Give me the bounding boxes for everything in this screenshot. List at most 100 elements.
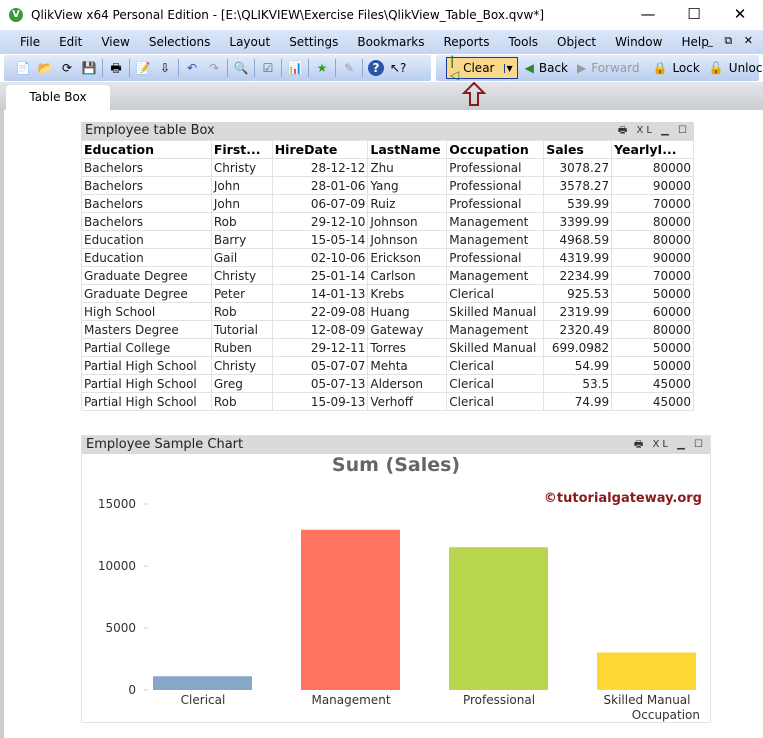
table-cell[interactable]: 2319.99: [543, 302, 613, 321]
reload-icon[interactable]: ⟳: [59, 60, 75, 76]
table-row[interactable]: Masters Degree Tutorial 12-08-09 Gateway Man…: [81, 320, 694, 339]
tab-table-box[interactable]: Table Box: [6, 85, 110, 110]
table-cell[interactable]: Education: [81, 230, 212, 249]
table-cell[interactable]: 53.5: [543, 374, 613, 393]
table-cell[interactable]: Management: [446, 212, 545, 231]
table-row[interactable]: Partial High School Rob 15-09-13 Verhoff Cle…: [81, 392, 694, 411]
excel-export-icon[interactable]: XL: [653, 439, 671, 450]
table-cell[interactable]: Education: [81, 248, 212, 267]
table-row[interactable]: Partial High School Greg 05-07-13 Alderson C…: [81, 374, 694, 393]
excel-export-icon[interactable]: XL: [637, 125, 655, 136]
table-cell[interactable]: Yang: [367, 176, 448, 195]
minimize-icon[interactable]: ▁: [677, 439, 688, 450]
table-row[interactable]: Bachelors Rob 29-12-10 Johnson Management 339…: [81, 212, 694, 231]
table-row[interactable]: Partial College Ruben 29-12-11 Torres Skille…: [81, 338, 694, 357]
table-cell[interactable]: Christy: [210, 158, 273, 177]
table-row[interactable]: High School Rob 22-09-08 Huang Skilled Manua…: [81, 302, 694, 321]
column-header[interactable]: Occupation: [446, 140, 545, 159]
table-cell[interactable]: 70000: [611, 194, 694, 213]
clear-button[interactable]: |◁ Clear ▼: [446, 54, 518, 82]
table-cell[interactable]: 50000: [611, 338, 694, 357]
column-header[interactable]: LastName: [367, 140, 448, 159]
table-cell[interactable]: Partial High School: [81, 356, 212, 375]
table-cell[interactable]: 50000: [611, 356, 694, 375]
table-cell[interactable]: 80000: [611, 158, 694, 177]
table-cell[interactable]: 12-08-09: [271, 320, 369, 339]
table-cell[interactable]: 45000: [611, 374, 694, 393]
table-cell[interactable]: Rob: [210, 392, 273, 411]
table-cell[interactable]: 925.53: [543, 284, 613, 303]
column-header[interactable]: First...: [210, 140, 273, 159]
maximize-icon[interactable]: ☐: [694, 439, 706, 450]
maximize-icon[interactable]: ☐: [678, 125, 690, 136]
table-row[interactable]: Partial High School Christy 05-07-07 Mehta C…: [81, 356, 694, 375]
table-cell[interactable]: Barry: [210, 230, 273, 249]
table-cell[interactable]: Huang: [367, 302, 448, 321]
table-cell[interactable]: 05-07-07: [271, 356, 369, 375]
table-cell[interactable]: 14-01-13: [271, 284, 369, 303]
table-cell[interactable]: Krebs: [367, 284, 448, 303]
table-cell[interactable]: Peter: [210, 284, 273, 303]
table-cell[interactable]: 3078.27: [543, 158, 613, 177]
table-cell[interactable]: 28-01-06: [271, 176, 369, 195]
table-row[interactable]: Graduate Degree Peter 14-01-13 Krebs Clerica…: [81, 284, 694, 303]
table-cell[interactable]: Gateway: [367, 320, 448, 339]
table-cell[interactable]: Alderson: [367, 374, 448, 393]
table-cell[interactable]: Management: [446, 320, 545, 339]
print-icon[interactable]: 🖶: [108, 60, 124, 76]
table-cell[interactable]: Johnson: [367, 230, 448, 249]
table-cell[interactable]: 2320.49: [543, 320, 613, 339]
table-cell[interactable]: 02-10-06: [271, 248, 369, 267]
table-cell[interactable]: 22-09-08: [271, 302, 369, 321]
table-cell[interactable]: 50000: [611, 284, 694, 303]
table-row[interactable]: Education Barry 15-05-14 Johnson Management 4…: [81, 230, 694, 249]
table-cell[interactable]: Management: [446, 266, 545, 285]
menu-bookmarks[interactable]: Bookmarks: [357, 35, 424, 49]
table-cell[interactable]: 4319.99: [543, 248, 613, 267]
table-cell[interactable]: Management: [446, 230, 545, 249]
table-cell[interactable]: Clerical: [446, 284, 545, 303]
table-cell[interactable]: Professional: [446, 176, 545, 195]
mdi-window-controls[interactable]: _ ⧉ ✕: [707, 34, 757, 48]
table-cell[interactable]: Johnson: [367, 212, 448, 231]
table-cell[interactable]: Skilled Manual: [446, 338, 545, 357]
menu-edit[interactable]: Edit: [59, 35, 82, 49]
table-cell[interactable]: 15-05-14: [271, 230, 369, 249]
table-cell[interactable]: Clerical: [446, 356, 545, 375]
table-cell[interactable]: 29-12-11: [271, 338, 369, 357]
lock-button[interactable]: Lock: [672, 61, 699, 75]
table-cell[interactable]: Partial High School: [81, 374, 212, 393]
table-row[interactable]: Bachelors John 28-01-06 Yang Professional 357…: [81, 176, 694, 195]
table-cell[interactable]: Christy: [210, 356, 273, 375]
forward-button[interactable]: Forward: [591, 61, 639, 75]
table-cell[interactable]: 29-12-10: [271, 212, 369, 231]
table-cell[interactable]: 3399.99: [543, 212, 613, 231]
table-cell[interactable]: 539.99: [543, 194, 613, 213]
table-cell[interactable]: Graduate Degree: [81, 284, 212, 303]
context-help-icon[interactable]: ↖?: [390, 60, 406, 76]
menu-file[interactable]: File: [20, 35, 40, 49]
table-cell[interactable]: Greg: [210, 374, 273, 393]
table-cell[interactable]: 25-01-14: [271, 266, 369, 285]
bar-management[interactable]: [301, 529, 400, 690]
table-cell[interactable]: Torres: [367, 338, 448, 357]
unlock-button[interactable]: Unlock: [729, 61, 763, 75]
column-header[interactable]: Sales: [543, 140, 613, 159]
table-cell[interactable]: Partial High School: [81, 392, 212, 411]
new-document-icon[interactable]: 📄: [15, 60, 31, 76]
table-cell[interactable]: Mehta: [367, 356, 448, 375]
table-cell[interactable]: 80000: [611, 212, 694, 231]
bookmark-star-icon[interactable]: ★: [314, 60, 330, 76]
table-cell[interactable]: Rob: [210, 212, 273, 231]
table-cell[interactable]: 80000: [611, 230, 694, 249]
edit-script-icon[interactable]: 📝: [135, 60, 151, 76]
table-cell[interactable]: 74.99: [543, 392, 613, 411]
chart-wizard-icon[interactable]: 📊: [287, 60, 303, 76]
table-cell[interactable]: 80000: [611, 320, 694, 339]
menu-layout[interactable]: Layout: [229, 35, 270, 49]
table-cell[interactable]: 45000: [611, 392, 694, 411]
table-cell[interactable]: 3578.27: [543, 176, 613, 195]
table-cell[interactable]: Ruben: [210, 338, 273, 357]
table-cell[interactable]: Graduate Degree: [81, 266, 212, 285]
table-cell[interactable]: Erickson: [367, 248, 448, 267]
